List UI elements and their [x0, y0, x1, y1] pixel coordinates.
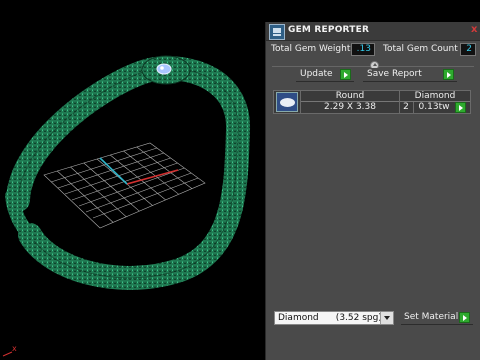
set-material-label: Set Material — [404, 312, 459, 322]
gem-shape-header: Round — [301, 91, 399, 102]
total-gem-count-value: 2 — [460, 43, 476, 56]
total-gem-count-label: Total Gem Count — [383, 44, 458, 54]
set-material-play-icon — [459, 312, 470, 323]
axis-x-line — [126, 169, 179, 185]
save-report-button[interactable]: Save Report — [363, 68, 457, 82]
total-gem-weight-label: Total Gem Weight — [271, 44, 351, 54]
save-report-play-icon — [443, 69, 454, 80]
gem-table: Round Diamond 2.29 X 3.38 2 0.13tw — [273, 90, 471, 114]
total-gem-weight-value: .13 — [351, 43, 375, 56]
panel-titlebar[interactable]: GEM REPORTER x — [266, 22, 480, 41]
material-bar: Diamond (3.52 spg) Set Material — [266, 308, 480, 328]
save-report-label: Save Report — [367, 69, 422, 79]
material-select[interactable]: Diamond (3.52 spg) — [274, 311, 394, 325]
panel-title: GEM REPORTER — [288, 25, 370, 35]
axis-gizmo-x-label: x — [12, 344, 17, 353]
3d-viewport[interactable]: x — [0, 0, 265, 360]
gem-count-cell[interactable]: 2 — [400, 102, 412, 113]
gem-reporter-panel: GEM REPORTER x Total Gem Weight .13 Tota… — [265, 22, 480, 360]
round-gem-icon[interactable] — [276, 92, 298, 112]
gem-weight-cell[interactable]: 0.13tw — [414, 102, 454, 113]
gem-material-header: Diamond — [400, 91, 470, 102]
set-material-button[interactable]: Set Material — [401, 311, 473, 325]
close-button[interactable]: x — [471, 23, 480, 37]
update-button[interactable]: Update — [296, 68, 354, 82]
chevron-down-icon[interactable] — [380, 312, 393, 324]
gem-reporter-app-icon — [269, 24, 285, 40]
update-label: Update — [300, 69, 333, 79]
update-play-icon — [340, 69, 351, 80]
gem-row-play-icon[interactable] — [455, 102, 466, 113]
material-select-value: Diamond (3.52 spg) — [278, 313, 382, 323]
gem-size-cell[interactable]: 2.29 X 3.38 — [301, 102, 399, 113]
snake-eye-gem — [156, 63, 172, 75]
construction-grid — [43, 142, 206, 229]
